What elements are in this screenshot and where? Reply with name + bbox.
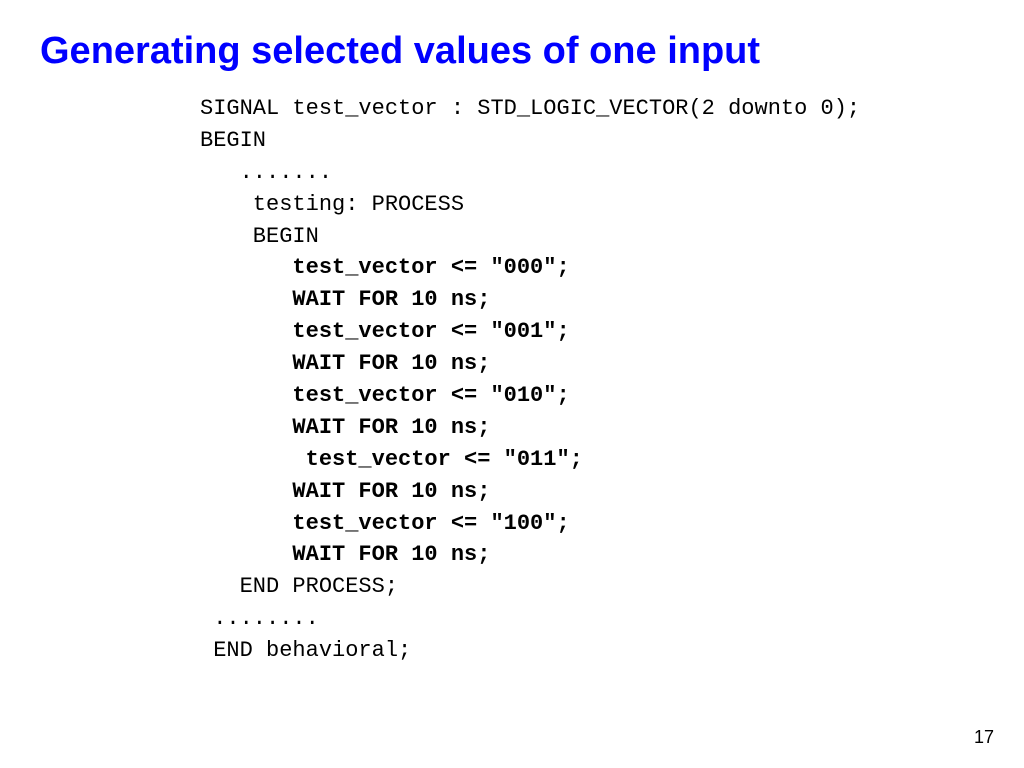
code-line-5: testing: PROCESS — [200, 189, 1024, 221]
slide-title: Generating selected values of one input — [0, 0, 1024, 93]
code-block: SIGNAL test_vector : STD_LOGIC_VECTOR(2 … — [0, 93, 1024, 667]
code-line-3: BEGIN — [200, 125, 1024, 157]
code-line-11: test_vector <= "010"; — [200, 380, 1024, 412]
code-line-14: WAIT FOR 10 ns; — [200, 476, 1024, 508]
code-line-19: END behavioral; — [200, 635, 1024, 667]
code-line-18: ........ — [200, 603, 1024, 635]
code-line-16: WAIT FOR 10 ns; — [200, 539, 1024, 571]
page-number: 17 — [974, 727, 994, 748]
code-line-17: END PROCESS; — [200, 571, 1024, 603]
code-line-4: ....... — [200, 157, 1024, 189]
code-line-10: WAIT FOR 10 ns; — [200, 348, 1024, 380]
code-line-9: test_vector <= "001"; — [200, 316, 1024, 348]
code-line-8: WAIT FOR 10 ns; — [200, 284, 1024, 316]
code-line-1: SIGNAL test_vector : STD_LOGIC_VECTOR(2 … — [200, 93, 1024, 125]
code-line-15: test_vector <= "100"; — [200, 508, 1024, 540]
code-line-13: test_vector <= "011"; — [200, 444, 1024, 476]
code-line-12: WAIT FOR 10 ns; — [200, 412, 1024, 444]
code-line-7: test_vector <= "000"; — [200, 252, 1024, 284]
code-line-6: BEGIN — [200, 221, 1024, 253]
